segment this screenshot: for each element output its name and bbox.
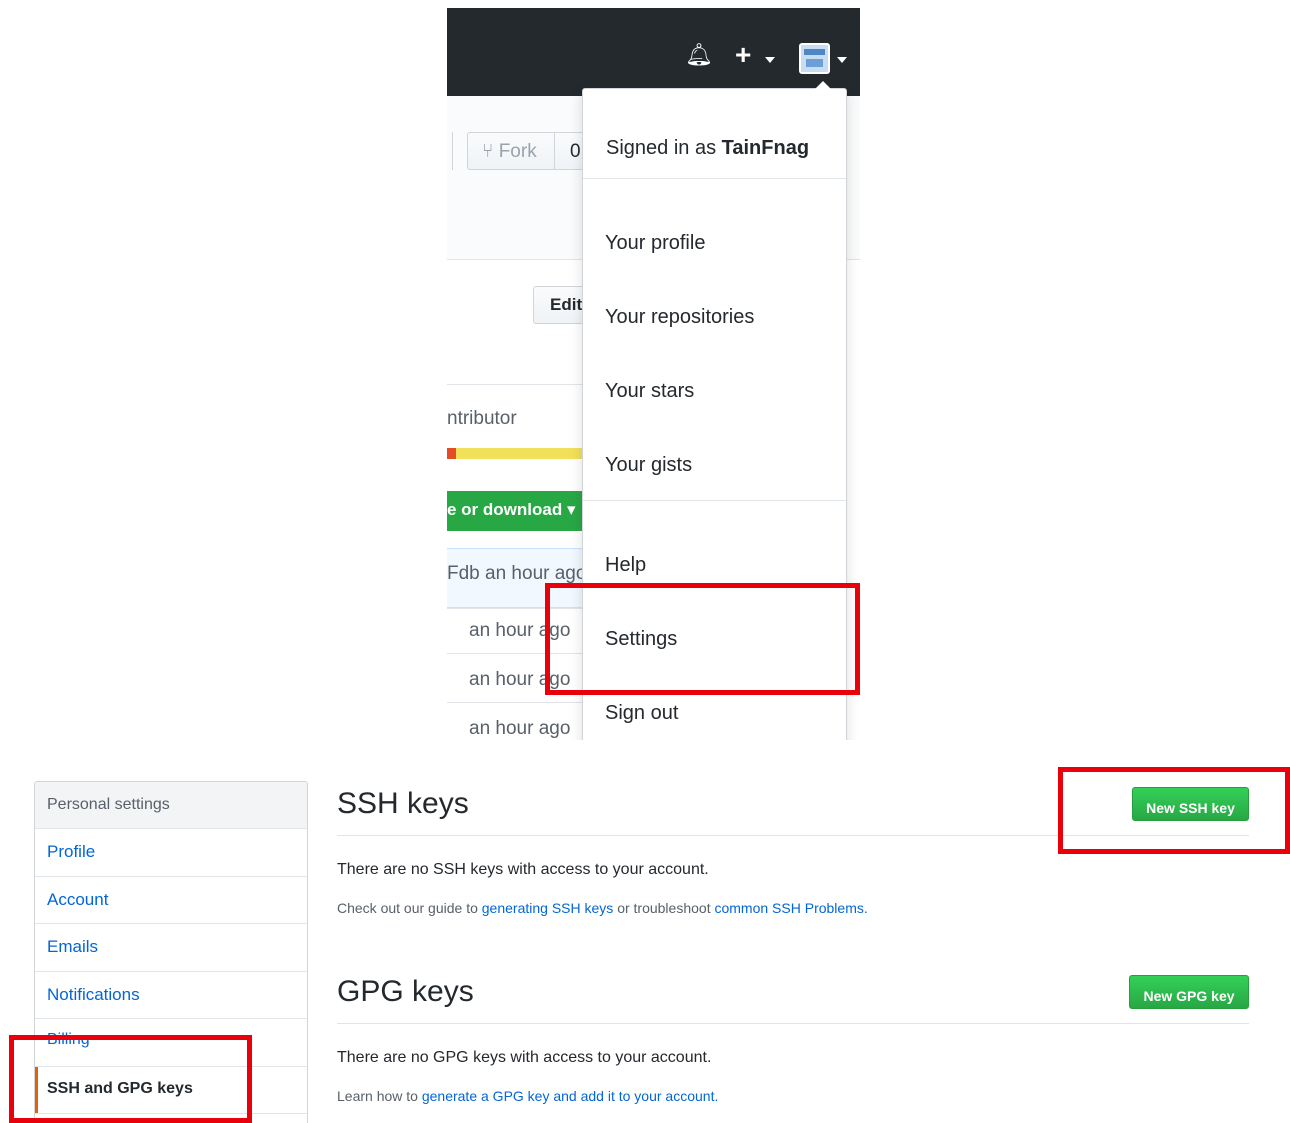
contributor-text: ntributor (447, 408, 517, 429)
divider (447, 608, 582, 609)
dropdown-header: Signed in as TainFnag (583, 89, 846, 179)
common-ssh-problems-link[interactable]: common SSH Problems. (714, 900, 867, 916)
sidebar-item-account[interactable]: Account (35, 877, 307, 924)
sidebar-item-billing[interactable]: Billing (35, 1019, 307, 1067)
ssh-help-text: Check out our guide to generating SSH ke… (337, 900, 868, 916)
divider (447, 384, 582, 385)
commit-time: an hour ago (469, 718, 571, 739)
fork-icon: ⑂ (482, 141, 494, 162)
commit-time: an hour ago (469, 669, 571, 690)
watch-button-edge[interactable] (447, 132, 453, 170)
fork-button[interactable]: ⑂ Fork 0 (467, 132, 587, 170)
divider (447, 702, 582, 703)
gpg-help-text: Learn how to generate a GPG key and add … (337, 1088, 718, 1104)
gpg-keys-title: GPG keys (337, 975, 474, 1008)
chevron-down-icon: ▾ (566, 500, 576, 519)
gpg-empty-message: There are no GPG keys with access to you… (337, 1049, 712, 1066)
menu-item-settings[interactable]: Settings (605, 628, 677, 651)
menu-item-sign-out[interactable]: Sign out (605, 702, 678, 725)
sidebar-item-notifications[interactable]: Notifications (35, 972, 307, 1019)
new-gpg-key-button[interactable]: New GPG key (1129, 975, 1249, 1009)
fork-count[interactable]: 0 (570, 141, 581, 163)
sidebar-heading: Personal settings (35, 782, 307, 829)
language-bar (447, 448, 582, 459)
ssh-help-prefix: Check out our guide to (337, 900, 478, 916)
fork-label: Fork (498, 141, 537, 162)
user-dropdown-menu: Signed in as TainFnag Your profile Your … (582, 81, 847, 740)
plus-icon[interactable]: + (735, 41, 751, 69)
fork-divider (554, 133, 555, 169)
menu-item-your-profile[interactable]: Your profile (605, 232, 705, 255)
sidebar-item-profile[interactable]: Profile (35, 829, 307, 877)
clone-download-button[interactable]: e or download ▾ (447, 491, 582, 531)
bell-icon[interactable]: 🔔︎ (685, 44, 713, 66)
section-divider (337, 835, 1249, 836)
signed-in-prefix: Signed in as (606, 137, 717, 159)
divider (447, 653, 582, 654)
avatar[interactable] (799, 43, 830, 74)
settings-sidebar: Personal settings Profile Account Emails… (34, 781, 308, 1123)
ssh-help-middle: or troubleshoot (617, 900, 711, 916)
menu-item-help[interactable]: Help (605, 554, 646, 577)
chevron-down-icon[interactable] (765, 57, 775, 63)
sidebar-item-ssh-gpg-keys[interactable]: SSH and GPG keys (35, 1066, 307, 1114)
signed-in-text: Signed in as TainFnag (606, 137, 809, 160)
language-segment (447, 448, 456, 459)
new-ssh-key-button[interactable]: New SSH key (1132, 787, 1249, 821)
generating-ssh-keys-link[interactable]: generating SSH keys (482, 900, 614, 916)
ssh-empty-message: There are no SSH keys with access to you… (337, 861, 709, 878)
top-navbar: 🔔︎ + (447, 8, 860, 96)
ssh-keys-title: SSH keys (337, 787, 469, 820)
dropdown-divider (583, 500, 846, 501)
username: TainFnag (721, 137, 810, 159)
menu-item-your-repositories[interactable]: Your repositories (605, 306, 754, 329)
sidebar-item-emails[interactable]: Emails (35, 924, 307, 972)
gpg-help-prefix: Learn how to (337, 1088, 418, 1104)
commit-time: an hour ago (469, 620, 571, 641)
section-divider (337, 1023, 1249, 1024)
chevron-down-icon[interactable] (837, 57, 847, 63)
commit-time: Fdb an hour ago (447, 563, 587, 584)
menu-item-your-stars[interactable]: Your stars (605, 380, 694, 403)
menu-item-your-gists[interactable]: Your gists (605, 454, 692, 477)
github-header-screenshot: 🔔︎ + ⑂ Fork 0 Edit ntributor e or downlo… (447, 8, 860, 740)
generate-gpg-key-link[interactable]: generate a GPG key and add it to your ac… (422, 1088, 719, 1104)
clone-label: e or download (447, 500, 563, 519)
